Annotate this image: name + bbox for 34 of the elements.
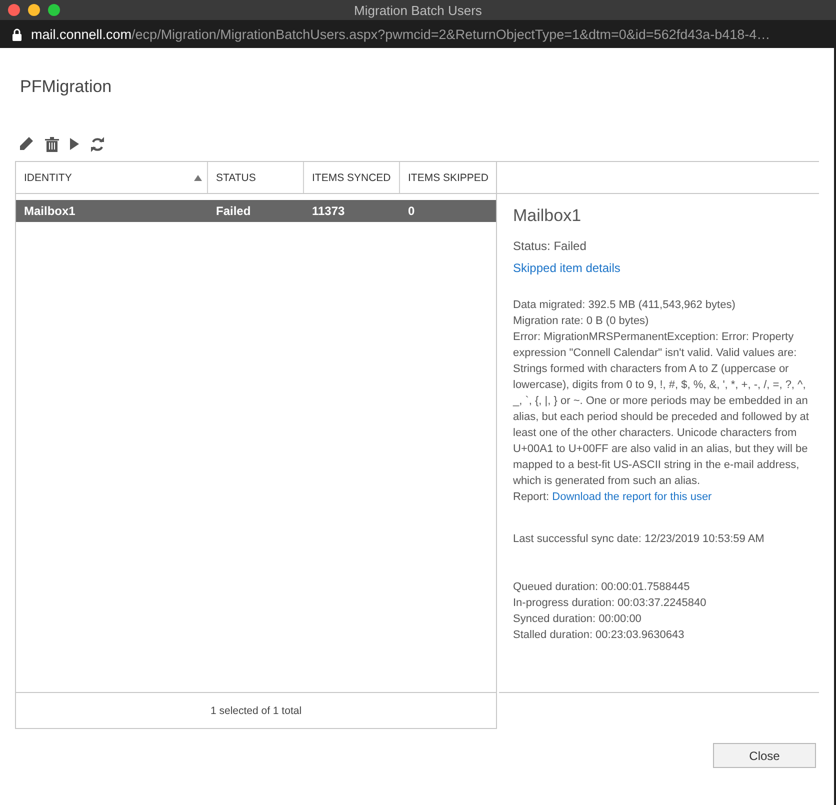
status-text: Status: Failed: [513, 238, 588, 254]
selection-count: 1 selected of 1 total: [210, 704, 302, 716]
minimize-window-button[interactable]: [28, 4, 40, 16]
report-line: Report: Download the report for this user: [513, 490, 713, 505]
column-header[interactable]: STATUS: [208, 162, 304, 193]
duration-line: In-progress duration: 00:03:37.2245840: [513, 596, 708, 611]
pencil-icon[interactable]: [18, 136, 34, 152]
column-header[interactable]: ITEMS SKIPPED: [400, 162, 496, 193]
duration-line: Queued duration: 00:00:01.7588445: [513, 580, 691, 595]
detail-line: Data migrated: 392.5 MB (411,543,962 bytes): [513, 298, 736, 313]
table-cell-text: 0: [407, 204, 416, 218]
details-title: Mailbox1: [513, 208, 582, 224]
column-header[interactable]: ITEMS SYNCED: [304, 162, 400, 193]
page-title: PFMigration: [20, 77, 113, 97]
table-cell-text: Failed: [215, 204, 252, 218]
close-window-button[interactable]: [8, 4, 20, 16]
column-header[interactable]: IDENTITY: [16, 162, 208, 193]
table-cell-text: 11373: [311, 204, 346, 218]
error-message: Error: MigrationMRSPermanentException: Error: Property expression "Connell Calendar" isn't valid. Valid values are: Strings formed with characters from A to Z (uppercase or lowercase), digits from 0 to 9, !, #, $, %, &, ', *, +, -, /, =, ?, ^, _, `, {, |, } or ~. One or more periods may be embedded in an alias, but each period should be preceded and followed by at least one of the other characters. Unicode characters from U+00A1 to U+00FF are also valid in an alias, but they will be mapped to a best-fit US-ASCII string in the e-mail address, which is generated from such an alias.: [513, 330, 810, 489]
duration-line: Synced duration: 00:00:00: [513, 612, 642, 627]
lock-icon: [12, 28, 22, 40]
last-sync-date: Last successful sync date: 12/23/2019 10:53:59 AM: [513, 532, 766, 547]
window-title: Migration Batch Users: [354, 2, 482, 18]
refresh-icon[interactable]: [90, 136, 105, 152]
skipped-items-link[interactable]: Skipped item details: [513, 260, 620, 276]
trash-icon[interactable]: [45, 136, 59, 152]
detail-line: Migration rate: 0 B (0 bytes): [513, 314, 650, 329]
play-icon[interactable]: [70, 138, 79, 150]
close-button[interactable]: Close: [713, 743, 816, 768]
duration-line: Stalled duration: 00:23:03.9630643: [513, 628, 686, 643]
zoom-window-button[interactable]: [48, 4, 60, 16]
table-row[interactable]: Mailbox1 Failed 11373 0: [16, 200, 496, 222]
download-report-link[interactable]: Download the report for this user: [552, 491, 712, 503]
table-cell-text: Mailbox1: [23, 204, 76, 218]
